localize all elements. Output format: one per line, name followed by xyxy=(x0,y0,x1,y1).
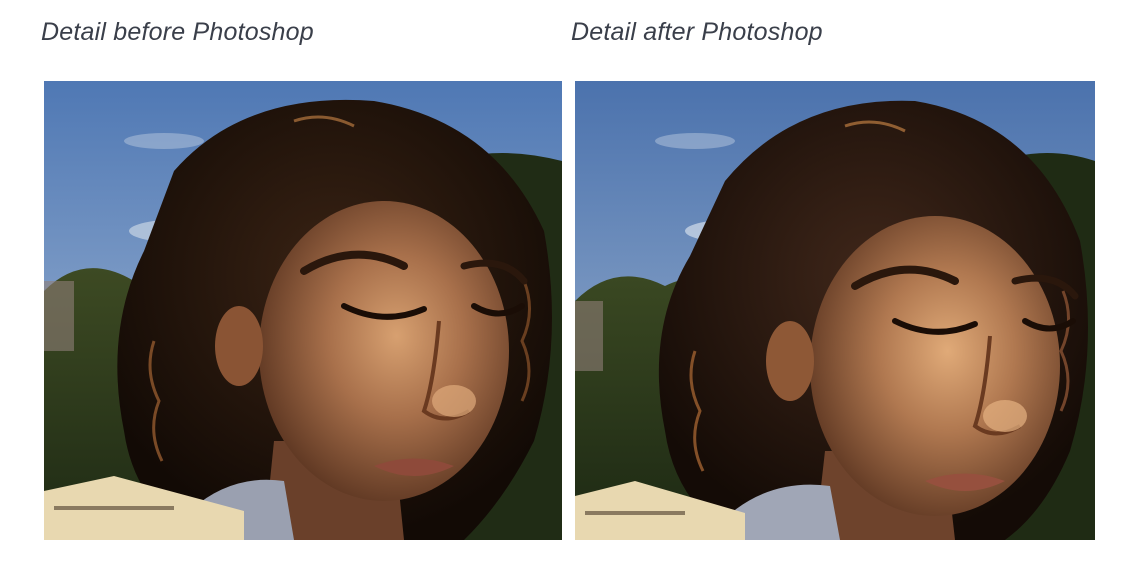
caption-before: Detail before Photoshop xyxy=(41,18,314,46)
portrait-illustration-before xyxy=(44,81,562,540)
photo-before xyxy=(44,81,562,540)
portrait-illustration-after xyxy=(575,81,1095,540)
caption-after: Detail after Photoshop xyxy=(571,18,823,46)
photo-after xyxy=(575,81,1095,540)
